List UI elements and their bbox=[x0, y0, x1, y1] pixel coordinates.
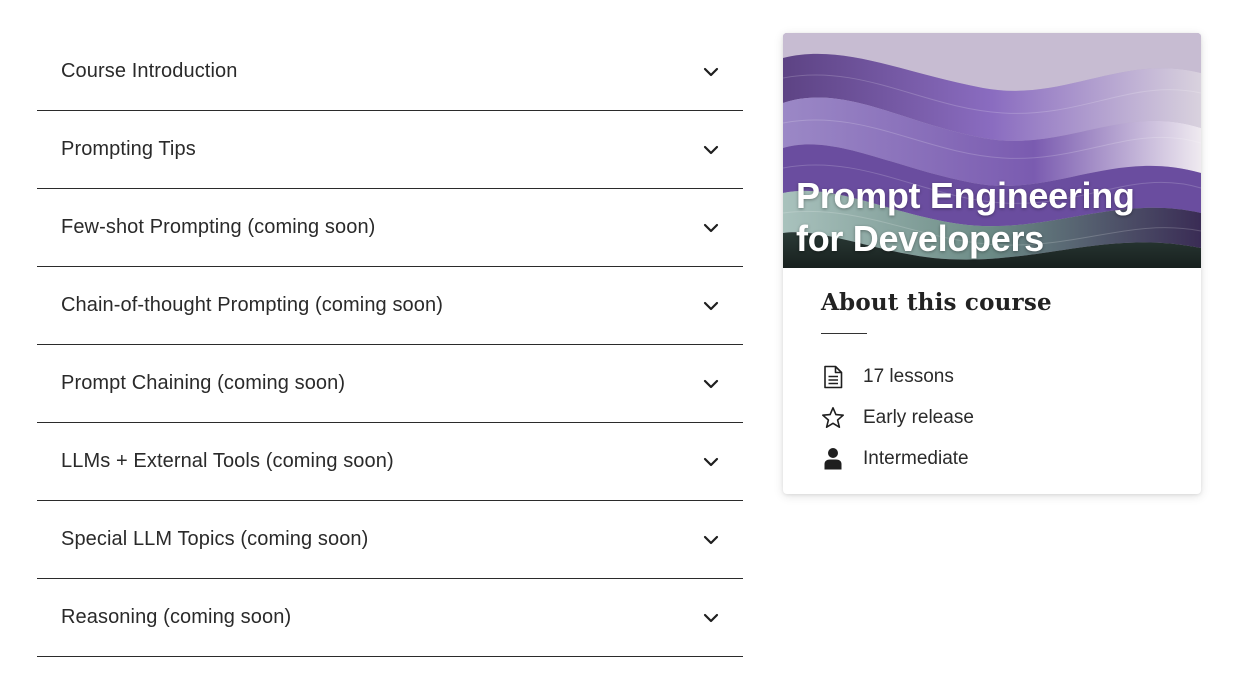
heading-divider bbox=[821, 333, 867, 334]
chevron-down-icon[interactable] bbox=[703, 610, 719, 626]
meta-level: Intermediate bbox=[821, 438, 1181, 479]
chevron-down-icon[interactable] bbox=[703, 64, 719, 80]
star-icon bbox=[821, 406, 845, 430]
accordion-item-course-introduction[interactable]: Course Introduction bbox=[37, 33, 743, 111]
accordion-item-chain-of-thought[interactable]: Chain-of-thought Prompting (coming soon) bbox=[37, 267, 743, 345]
course-title-line-2: for Developers bbox=[796, 218, 1044, 259]
chevron-down-icon[interactable] bbox=[703, 220, 719, 236]
accordion-item-label: Prompt Chaining (coming soon) bbox=[61, 372, 346, 394]
document-icon bbox=[821, 365, 845, 389]
accordion-item-prompting-tips[interactable]: Prompting Tips bbox=[37, 111, 743, 189]
meta-release: Early release bbox=[821, 397, 1181, 438]
course-card: Prompt Engineering for Developers About … bbox=[783, 33, 1201, 494]
meta-release-text: Early release bbox=[863, 406, 974, 428]
accordion-item-label: Reasoning (coming soon) bbox=[61, 606, 292, 628]
course-title-line-1: Prompt Engineering bbox=[796, 175, 1135, 216]
accordion-item-few-shot-prompting[interactable]: Few-shot Prompting (coming soon) bbox=[37, 189, 743, 267]
meta-lessons-text: 17 lessons bbox=[863, 365, 954, 387]
accordion-item-label: LLMs + External Tools (coming soon) bbox=[61, 450, 394, 472]
course-meta-list: 17 lessons Early release Intermediate bbox=[821, 356, 1181, 479]
accordion-item-llms-external-tools[interactable]: LLMs + External Tools (coming soon) bbox=[37, 423, 743, 501]
chevron-down-icon[interactable] bbox=[703, 532, 719, 548]
accordion-item-special-llm-topics[interactable]: Special LLM Topics (coming soon) bbox=[37, 501, 743, 579]
accordion-item-label: Chain-of-thought Prompting (coming soon) bbox=[61, 294, 443, 316]
chevron-down-icon[interactable] bbox=[703, 298, 719, 314]
chevron-down-icon[interactable] bbox=[703, 142, 719, 158]
accordion-item-reasoning[interactable]: Reasoning (coming soon) bbox=[37, 579, 743, 657]
chevron-down-icon[interactable] bbox=[703, 376, 719, 392]
course-outline-accordion: Course Introduction Prompting Tips Few-s… bbox=[37, 33, 743, 657]
accordion-item-prompt-chaining[interactable]: Prompt Chaining (coming soon) bbox=[37, 345, 743, 423]
course-title: Prompt Engineering for Developers bbox=[796, 174, 1196, 260]
course-hero-image: Prompt Engineering for Developers bbox=[783, 33, 1201, 268]
person-icon bbox=[821, 447, 845, 471]
accordion-item-label: Few-shot Prompting (coming soon) bbox=[61, 216, 376, 238]
about-heading: About this course bbox=[821, 289, 1052, 316]
chevron-down-icon[interactable] bbox=[703, 454, 719, 470]
accordion-item-label: Prompting Tips bbox=[61, 138, 196, 160]
meta-level-text: Intermediate bbox=[863, 447, 969, 469]
accordion-item-label: Special LLM Topics (coming soon) bbox=[61, 528, 369, 550]
about-section: About this course 17 lessons Early relea… bbox=[821, 289, 1181, 479]
meta-lessons: 17 lessons bbox=[821, 356, 1181, 397]
accordion-item-label: Course Introduction bbox=[61, 60, 238, 82]
